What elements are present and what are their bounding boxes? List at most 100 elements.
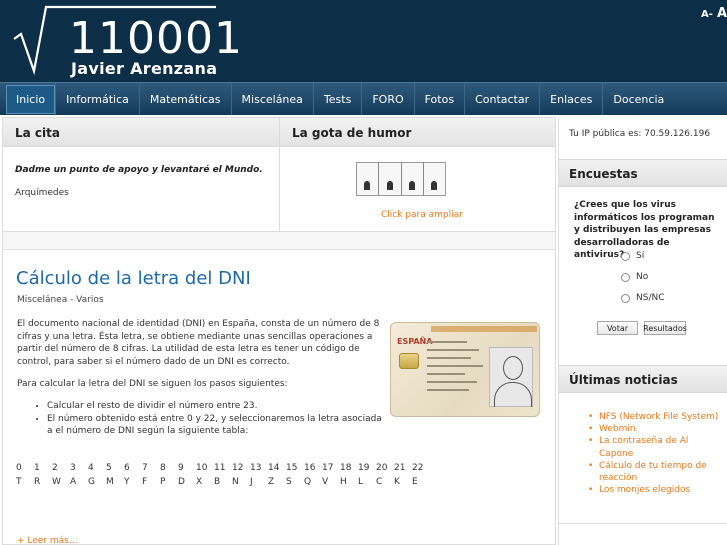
table-cell-letter: V	[322, 477, 329, 487]
nav-item-tests[interactable]: Tests	[312, 83, 361, 115]
table-cell-letter: T	[16, 477, 22, 487]
table-cell-letter: R	[34, 477, 41, 487]
article-paragraph: El documento nacional de identidad (DNI)…	[17, 319, 380, 367]
table-cell-number: 0	[16, 463, 22, 473]
news-item-webmin[interactable]: Webmin	[588, 423, 724, 435]
table-cell-number: 9	[178, 463, 184, 473]
column-divider	[279, 118, 280, 231]
table-cell-letter: Y	[124, 477, 130, 487]
table-cell-number: 14	[268, 463, 280, 473]
vote-button[interactable]: Votar	[597, 321, 638, 335]
poll-option-si[interactable]: Sí	[621, 251, 644, 261]
cita-title: La cita	[3, 118, 279, 147]
table-cell-number: 12	[232, 463, 244, 473]
list-item: Calcular el resto de dividir el número e…	[47, 400, 383, 413]
bullet-icon: +	[17, 536, 28, 545]
news-item-nfs[interactable]: NFS (Network File System)	[588, 411, 724, 423]
main-content: La cita La gota de humor Dadme un punto …	[2, 117, 556, 545]
news-item-monjes[interactable]: Los monjes elegidos	[588, 484, 724, 496]
nav-item-foro[interactable]: FORO	[361, 83, 413, 115]
site-logo[interactable]: 110001 Javier Arenzana	[12, 5, 242, 79]
polls-title: Encuestas	[559, 159, 727, 187]
table-cell-letter: X	[196, 477, 203, 487]
results-button[interactable]: Resultados	[643, 321, 687, 335]
table-cell-number: 15	[286, 463, 298, 473]
table-cell-letter: L	[358, 477, 364, 487]
sidebar: Tu IP pública es: 70.59.126.196 Encuesta…	[558, 117, 727, 545]
table-cell-letter: H	[340, 477, 347, 487]
table-cell-letter: G	[88, 477, 95, 487]
table-cell-letter: Z	[268, 477, 275, 487]
table-cell-letter: N	[232, 477, 239, 487]
enlarge-comic-link[interactable]: Click para ampliar	[381, 210, 463, 220]
card-text-line	[427, 341, 467, 343]
radio-button[interactable]	[621, 251, 630, 261]
table-cell-letter: S	[286, 477, 292, 487]
poll-option-label: No	[636, 272, 649, 282]
table-cell-number: 11	[214, 463, 226, 473]
news-item-al-capone[interactable]: La contraseña de Al Capone	[588, 435, 724, 459]
radio-button[interactable]	[621, 293, 630, 303]
table-cell-letter: B	[214, 477, 221, 487]
site-header: 110001 Javier Arenzana A- A	[0, 0, 727, 82]
table-cell-number: 17	[322, 463, 334, 473]
font-decrease-button[interactable]: A-	[701, 9, 713, 20]
nav-item-enlaces[interactable]: Enlaces	[539, 83, 602, 115]
table-row-letters: T R WA G MY F P D X B N J Z S QV H L C K E	[16, 475, 430, 489]
table-cell-number: 19	[358, 463, 370, 473]
table-cell-number: 5	[106, 463, 112, 473]
table-cell-letter: J	[250, 477, 253, 487]
poll-option-label: NS/NC	[636, 293, 665, 303]
poll-option-no[interactable]: No	[621, 272, 648, 282]
card-band	[431, 326, 537, 332]
dni-letter-table: 0 1 2 3 4 5 6 7 8 9 10 11 12 13 14 15 16 17 18 19 20 21 22 TRW…	[16, 461, 430, 489]
nav-item-miscelanea[interactable]: Miscelánea	[230, 83, 313, 115]
article-title[interactable]: Cálculo de la letra del DNI	[16, 268, 251, 289]
quote-text: Dadme un punto de apoyo y levantaré el M…	[15, 165, 263, 175]
poll-option-nsnc[interactable]: NS/NC	[621, 293, 665, 303]
poll-question: ¿Crees que los virus informáticos los pr…	[574, 200, 715, 260]
table-cell-number: 10	[196, 463, 208, 473]
table-cell-number: 21	[394, 463, 406, 473]
table-cell-number: 1	[34, 463, 40, 473]
nav-item-fotos[interactable]: Fotos	[413, 83, 464, 115]
table-cell-number: 7	[142, 463, 148, 473]
comic-panel	[424, 163, 445, 195]
table-cell-number: 22	[412, 463, 424, 473]
comic-panel	[402, 163, 424, 195]
font-increase-button[interactable]: A	[717, 6, 727, 21]
table-cell-letter: P	[160, 477, 166, 487]
nav-item-inicio[interactable]: Inicio	[6, 85, 56, 114]
card-text-line	[427, 381, 477, 383]
radio-button[interactable]	[621, 272, 630, 282]
table-cell-letter: A	[70, 477, 77, 487]
table-cell-letter: M	[106, 477, 114, 487]
logo-number: 110001	[69, 13, 243, 64]
read-more-link[interactable]: + Leer más...	[17, 536, 77, 545]
nav-item-informatica[interactable]: Informática	[55, 83, 139, 115]
nav-item-matematicas[interactable]: Matemáticas	[138, 83, 231, 115]
card-photo-icon	[489, 347, 533, 407]
table-cell-letter: W	[52, 477, 61, 487]
news-list: NFS (Network File System) Webmin La cont…	[588, 411, 724, 497]
article-category: Miscelánea - Varios	[17, 295, 104, 305]
article-paragraph: Para calcular la letra del DNI se siguen…	[17, 379, 288, 389]
latest-news-title: Últimas noticias	[559, 365, 727, 393]
table-cell-number: 3	[70, 463, 76, 473]
table-cell-number: 16	[304, 463, 316, 473]
table-cell-letter: F	[142, 477, 148, 487]
dni-card-image: ESPAÑA	[390, 322, 540, 417]
sidebar-divider	[559, 523, 727, 524]
table-cell-number: 20	[376, 463, 388, 473]
news-item-reaction-time[interactable]: Cálculo de tu tiempo de reacción	[588, 460, 724, 484]
table-row-numbers: 0 1 2 3 4 5 6 7 8 9 10 11 12 13 14 15 16 17 18 19 20 21 22	[16, 461, 430, 475]
nav-item-contactar[interactable]: Contactar	[464, 83, 539, 115]
comic-panel	[379, 163, 402, 195]
comic-strip-image[interactable]	[356, 162, 446, 196]
table-cell-letter: E	[412, 477, 418, 487]
humor-title: La gota de humor	[280, 118, 555, 147]
nav-item-docencia[interactable]: Docencia	[602, 83, 674, 115]
card-text-line	[427, 389, 469, 391]
card-text-line	[427, 365, 483, 367]
quote-author: Arquímedes	[15, 188, 69, 198]
